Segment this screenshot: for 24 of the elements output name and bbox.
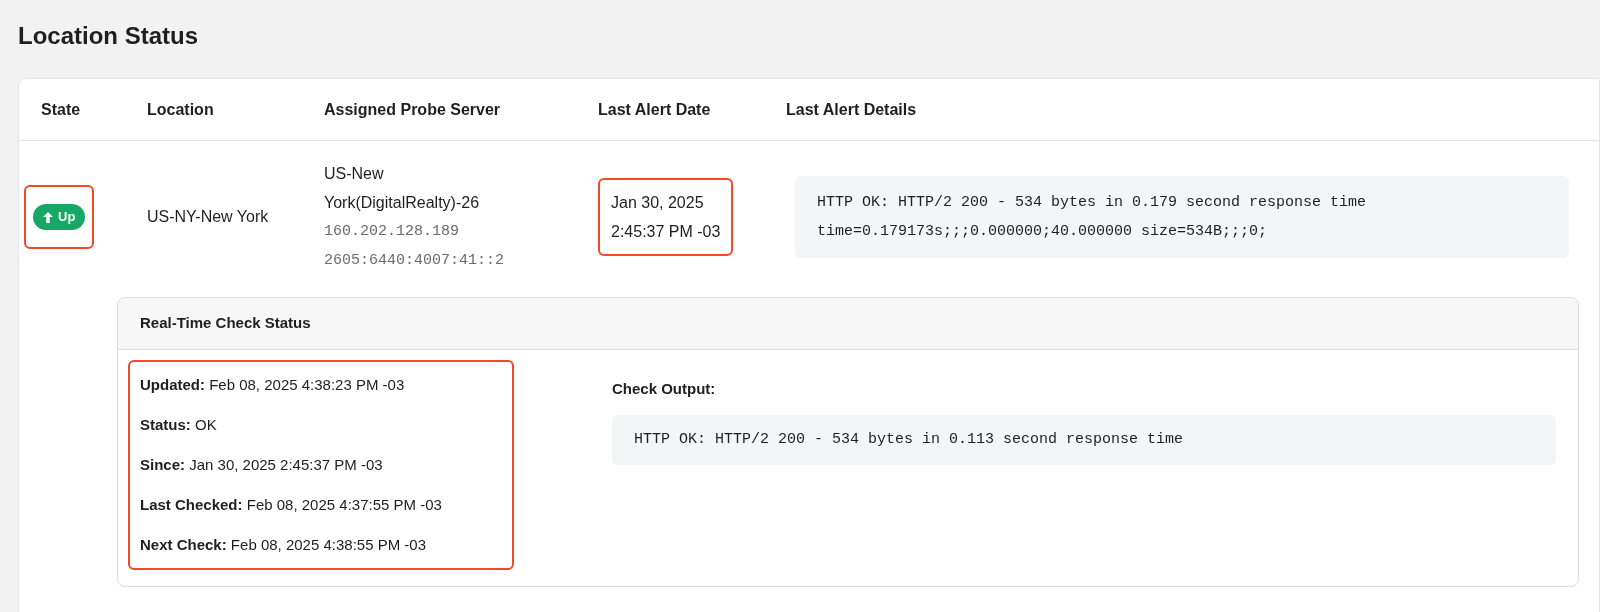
status-field: Next Check: Feb 08, 2025 4:38:55 PM -03 [140,530,502,560]
status-field: Last Checked: Feb 08, 2025 4:37:55 PM -03 [140,490,502,520]
state-badge: Up [33,204,86,230]
arrow-up-icon [43,211,53,223]
ip-address: 160.202.128.189 [324,222,461,242]
panel-title: Real-Time Check Status [140,313,311,334]
status-field: Status: OK [140,410,502,440]
probe-server-name: US-New York(DigitalRealty)-26 [324,164,481,213]
alert-date-text: Jan 30, 2025 [611,193,705,213]
column-header: Assigned Probe Server [324,100,501,118]
location-name: US-NY-New York [147,208,269,225]
alert-details-text: HTTP OK: HTTP/2 200 - 534 bytes in 0.179 second response time [817,193,1368,213]
alert-date-text: 2:45:37 PM -03 [611,222,721,242]
check-output-block: HTTP OK: HTTP/2 200 - 534 bytes in 0.113 second response time [612,414,1556,465]
column-header: State [41,100,81,118]
column-header: Last Alert Date [598,100,711,118]
page-title: Location Status [17,21,199,51]
column-header: Last Alert Details [786,100,917,118]
column-header: Location [147,100,214,118]
alert-details-text: time=0.179173s;;;0.000000;40.000000 size=534B;;;0; [817,222,1269,242]
check-output-label: Check Output: [612,379,717,399]
ip-address: 2605:6440:4007:41::2 [324,251,506,271]
status-field: Since: Jan 30, 2025 2:45:37 PM -03 [140,450,502,480]
status-field: Updated: Feb 08, 2025 4:38:23 PM -03 [140,370,502,400]
